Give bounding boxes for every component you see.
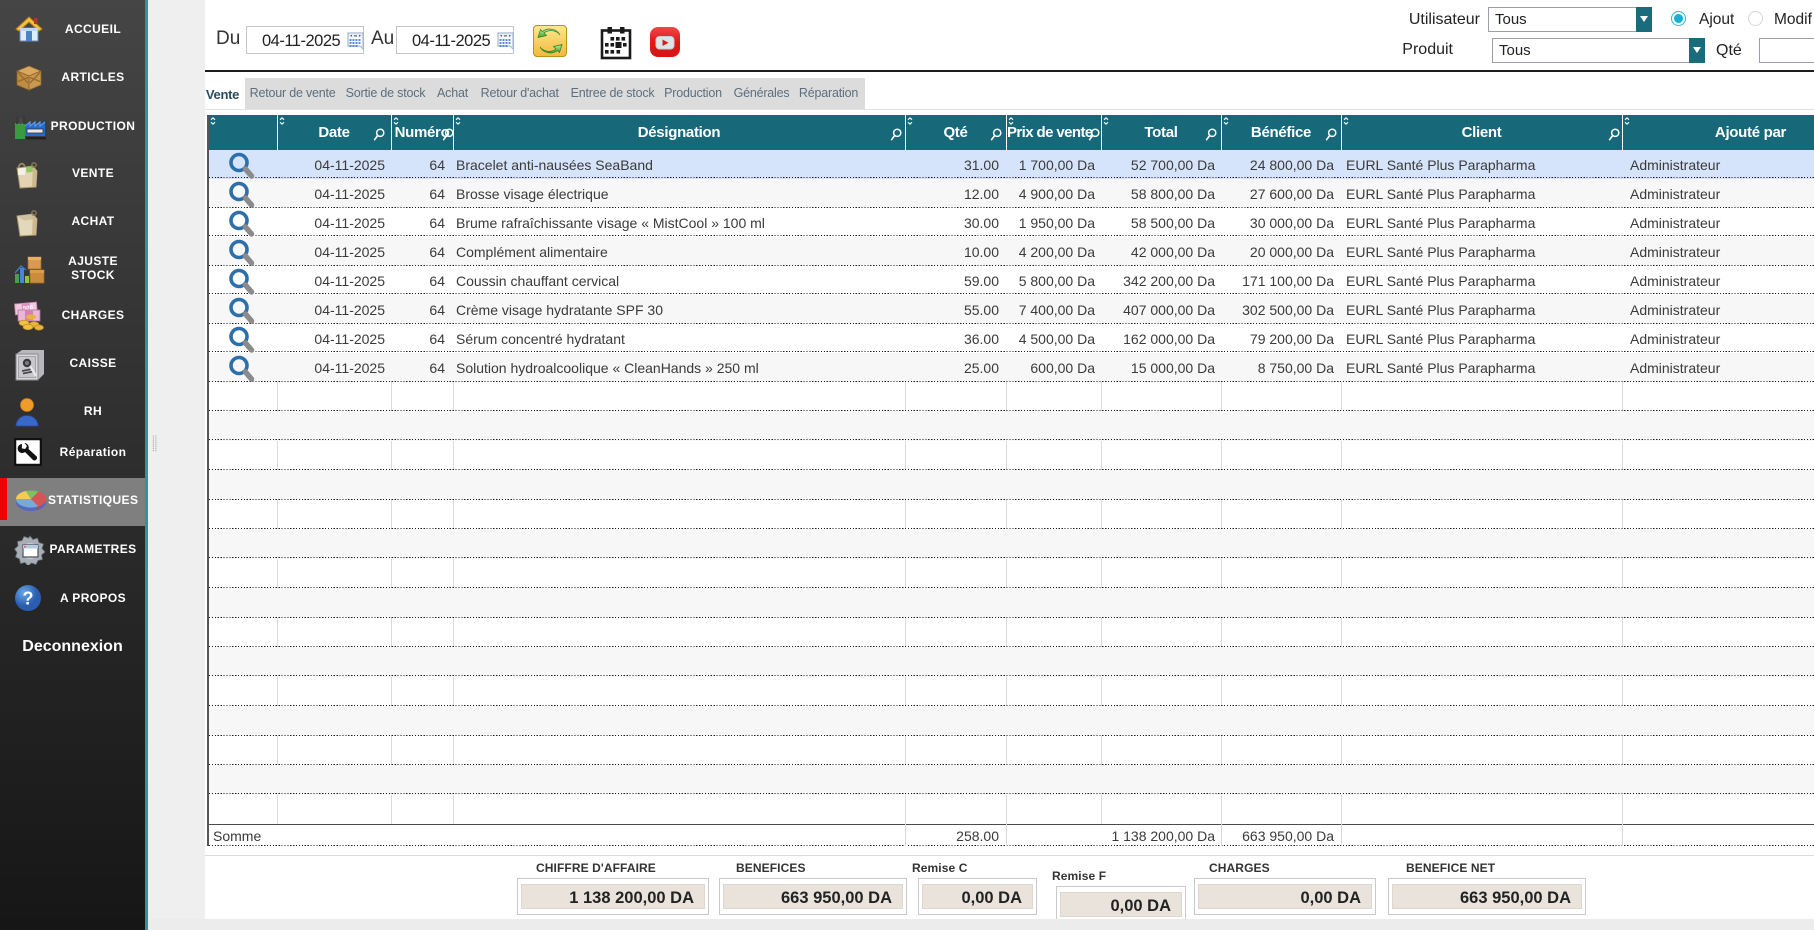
svg-text:?: ?	[23, 589, 34, 609]
